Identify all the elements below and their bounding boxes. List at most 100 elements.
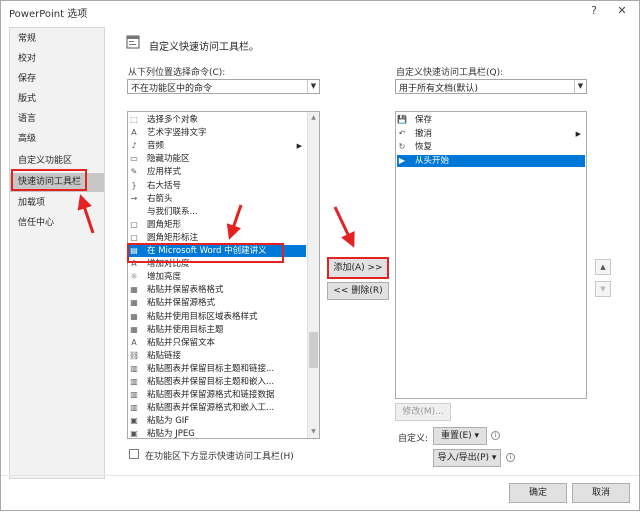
command-item-label: 粘贴为 JPEG <box>147 429 195 439</box>
close-icon[interactable]: ✕ <box>609 1 635 21</box>
command-icon: ▦ <box>130 324 138 334</box>
command-icon: ▥ <box>130 403 138 413</box>
customize-toolbar-dropdown[interactable]: 用于所有文档(默认) ▼ <box>395 79 587 94</box>
command-item-label: 音频 <box>147 141 165 152</box>
command-item[interactable]: ▢ 圆角矩形 <box>129 219 306 231</box>
help-icon[interactable]: ? <box>581 1 607 21</box>
cancel-button[interactable]: 取消 <box>572 483 630 503</box>
command-item-label: 艺术字竖排文字 <box>147 128 207 139</box>
sidebar-item-advanced[interactable]: 高级 <box>10 130 104 149</box>
command-item-label: 粘贴链接 <box>147 350 182 361</box>
command-icon: 💾 <box>397 115 407 124</box>
toolbar-item[interactable]: ↶ 撤消 ▶ <box>397 128 585 140</box>
annotation-arrow-add <box>333 206 355 248</box>
reset-button[interactable]: 重置(E) ▾ <box>433 427 487 445</box>
options-sidebar: 常规 校对 保存 版式 语言 高级 自定义功能区 快速访问工具栏 加载项 信任中… <box>9 27 105 479</box>
quick-access-toolbar-icon <box>126 35 140 49</box>
command-item[interactable]: ▥ 粘贴图表并保留源格式和链接数据 <box>129 389 306 401</box>
remove-button[interactable]: << 删除(R) <box>327 282 389 300</box>
add-button[interactable]: 添加(A) >> <box>327 257 389 279</box>
toolbar-item[interactable]: 💾 保存 <box>397 114 585 126</box>
command-icon: ☼ <box>130 272 138 282</box>
command-item[interactable]: ⛓ 粘贴链接 <box>129 350 306 362</box>
modify-button[interactable]: 修改(M)... <box>395 403 451 421</box>
command-item-label: 右箭头 <box>147 193 173 204</box>
sidebar-item-language[interactable]: 语言 <box>10 110 104 129</box>
show-below-ribbon-checkbox[interactable] <box>129 449 139 459</box>
command-item[interactable]: ▦ 粘贴并保留表格格式 <box>129 284 306 296</box>
sidebar-item-trust-center[interactable]: 信任中心 <box>10 214 104 233</box>
choose-from-dropdown[interactable]: 不在功能区中的命令 ▼ <box>127 79 320 94</box>
ok-button[interactable]: 确定 <box>509 483 567 503</box>
sidebar-item-proofing[interactable]: 校对 <box>10 50 104 69</box>
command-item[interactable]: → 右箭头 <box>129 193 306 205</box>
move-down-button[interactable]: ▼ <box>595 281 611 297</box>
command-item[interactable]: A 粘贴并只保留文本 <box>129 337 306 349</box>
command-icon: } <box>131 180 137 190</box>
command-item[interactable]: ▣ 粘贴为 GIF <box>129 415 306 427</box>
command-item[interactable]: ▥ 粘贴图表并保留源格式和嵌入工... <box>129 402 306 414</box>
chevron-down-icon: ▼ <box>307 80 319 93</box>
toolbar-item-label: 撤消 <box>415 128 433 139</box>
toolbar-item[interactable]: ↻ 恢复 <box>397 141 585 153</box>
command-item[interactable]: ♪ 音频 ▶ <box>129 140 306 152</box>
command-item[interactable]: ▭ 隐藏功能区 <box>129 153 306 165</box>
command-item[interactable]: ▥ 粘贴图表并保留目标主题和链接... <box>129 363 306 375</box>
choose-from-label: 从下列位置选择命令(C): <box>128 68 226 78</box>
command-item-label: 粘贴图表并保留目标主题和嵌入... <box>147 377 275 387</box>
command-icon: ▦ <box>130 311 138 321</box>
sidebar-item-addins[interactable]: 加载项 <box>10 194 104 213</box>
options-dialog: PowerPoint 选项 ? ✕ 常规 校对 保存 版式 语言 高级 自定义功… <box>0 0 640 511</box>
scroll-down-icon[interactable]: ▼ <box>308 426 319 438</box>
command-icon: ↶ <box>398 128 406 138</box>
command-icon: ▦ <box>130 285 138 295</box>
command-icon: A <box>131 337 137 347</box>
command-item-label: 粘贴并只保留文本 <box>147 337 216 348</box>
import-export-button[interactable]: 导入/导出(P) ▾ <box>433 449 501 467</box>
command-item[interactable]: 与我们联系... <box>129 206 306 218</box>
command-item-label: 选择多个对象 <box>147 115 199 125</box>
command-item-label: 右大括号 <box>147 180 182 191</box>
command-icon: → <box>130 193 138 203</box>
command-item[interactable]: ▦ 粘贴并使用目标区域表格样式 <box>129 311 306 323</box>
move-up-button[interactable]: ▲ <box>595 259 611 275</box>
chevron-down-icon: ▼ <box>574 80 586 93</box>
command-icon: ▭ <box>130 154 138 164</box>
command-item[interactable]: ▥ 粘贴图表并保留目标主题和嵌入... <box>129 376 306 388</box>
commands-list[interactable]: ⬚ 选择多个对象 A 艺术字竖排文字 ♪ 音频 ▶ ▭ 隐藏功能区 ✎ 应用样式} 右大括号 → 右箭头与… <box>127 111 320 439</box>
toolbar-items-list[interactable]: 💾 保存 ↶ 撤消 ▶ ↻ 恢复 ▶ 从头开始 <box>395 111 587 399</box>
sidebar-item-save[interactable]: 保存 <box>10 70 104 89</box>
command-item[interactable]: A 艺术字竖排文字 <box>129 127 306 139</box>
command-icon: ⬚ <box>130 115 138 124</box>
command-item[interactable]: ▦ 粘贴并使用目标主题 <box>129 324 306 336</box>
command-icon: ✎ <box>130 167 138 177</box>
sidebar-item-layout[interactable]: 版式 <box>10 90 104 109</box>
footer-divider <box>1 475 639 476</box>
command-item-label: 粘贴图表并保留目标主题和链接... <box>147 363 275 374</box>
command-item-label: 粘贴并保留源格式 <box>147 298 216 309</box>
command-item-label: 与我们联系... <box>147 206 198 217</box>
command-item-label: 粘贴并使用目标区域表格样式 <box>147 311 258 322</box>
commands-scrollbar[interactable]: ▲ ▼ <box>307 112 319 438</box>
command-icon: ▥ <box>130 377 138 386</box>
command-item-label: 粘贴并使用目标主题 <box>147 324 224 335</box>
command-item-label: 粘贴图表并保留源格式和链接数据 <box>147 390 275 401</box>
command-item[interactable]: ☼ 增加亮度 <box>129 271 306 283</box>
toolbar-item-label: 从头开始 <box>415 155 450 166</box>
command-icon: ♪ <box>131 141 137 151</box>
annotation-box-command <box>127 243 284 263</box>
command-item[interactable]: ⬚ 选择多个对象 <box>129 114 306 126</box>
scroll-thumb[interactable] <box>309 332 318 368</box>
toolbar-item[interactable]: ▶ 从头开始 <box>397 154 585 167</box>
command-item-label: 圆角矩形 <box>147 219 182 230</box>
annotation-box-sidebar <box>11 169 87 191</box>
command-item[interactable]: ▦ 粘贴并保留源格式 <box>129 297 306 309</box>
scroll-up-icon[interactable]: ▲ <box>308 112 319 124</box>
command-icon: ▣ <box>130 416 138 426</box>
command-item[interactable]: ▣ 粘贴为 JPEG <box>129 428 306 439</box>
command-item-label: 应用样式 <box>147 167 182 178</box>
sidebar-item-general[interactable]: 常规 <box>10 30 104 49</box>
command-icon: ▥ <box>130 390 138 400</box>
command-item[interactable]: ✎ 应用样式 <box>129 166 306 178</box>
command-item[interactable]: } 右大括号 <box>129 180 306 192</box>
